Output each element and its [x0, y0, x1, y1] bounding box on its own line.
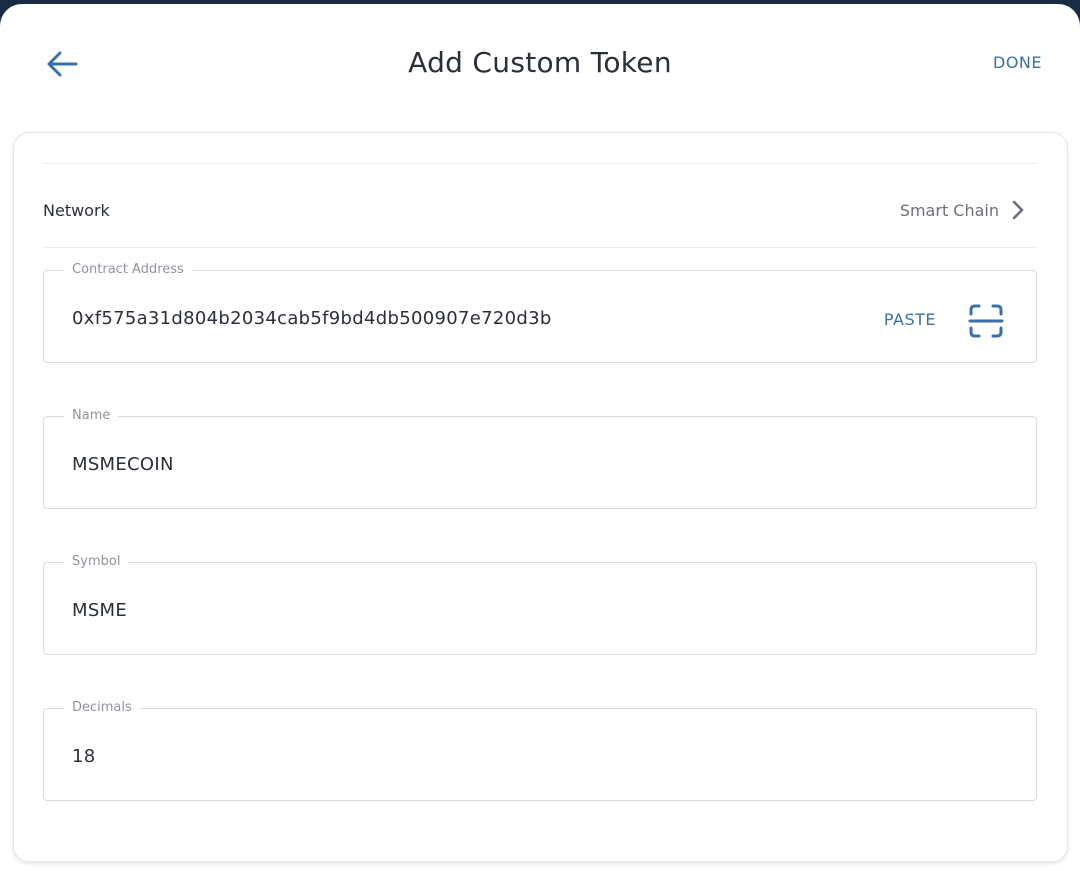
contract-address-field[interactable]: Contract Address 0xf575a31d804b2034cab5f…	[43, 262, 1037, 363]
contract-address-input[interactable]: 0xf575a31d804b2034cab5f9bd4db500907e720d…	[72, 308, 552, 329]
decimals-field[interactable]: Decimals 18	[43, 700, 1037, 801]
symbol-input[interactable]: MSME	[72, 600, 127, 621]
symbol-field[interactable]: Symbol MSME	[43, 554, 1037, 655]
divider	[43, 163, 1037, 164]
chevron-right-icon	[1012, 200, 1024, 220]
network-value-group: Smart Chain	[900, 199, 1025, 221]
symbol-label: Symbol	[64, 554, 129, 569]
network-label: Network	[43, 200, 110, 220]
page-title: Add Custom Token	[408, 46, 672, 79]
network-value: Smart Chain	[899, 200, 999, 220]
decimals-input[interactable]: 18	[72, 746, 96, 767]
header: Add Custom Token DONE	[0, 4, 1080, 124]
contract-address-label: Contract Address	[64, 262, 192, 277]
done-button[interactable]: DONE	[993, 53, 1042, 72]
token-form-card: Network Smart Chain Contract Address 0xf…	[13, 132, 1068, 862]
decimals-label: Decimals	[64, 700, 140, 715]
scan-button[interactable]	[966, 301, 1006, 341]
name-field[interactable]: Name MSMECOIN	[43, 408, 1037, 509]
network-selector[interactable]: Network Smart Chain	[43, 169, 1037, 251]
divider	[43, 247, 1037, 248]
add-token-sheet: Add Custom Token DONE Network Smart Chai…	[0, 4, 1080, 871]
name-label: Name	[64, 408, 119, 423]
name-input[interactable]: MSMECOIN	[72, 454, 174, 475]
paste-button[interactable]: PASTE	[884, 310, 936, 329]
qr-scan-icon	[968, 304, 1004, 338]
